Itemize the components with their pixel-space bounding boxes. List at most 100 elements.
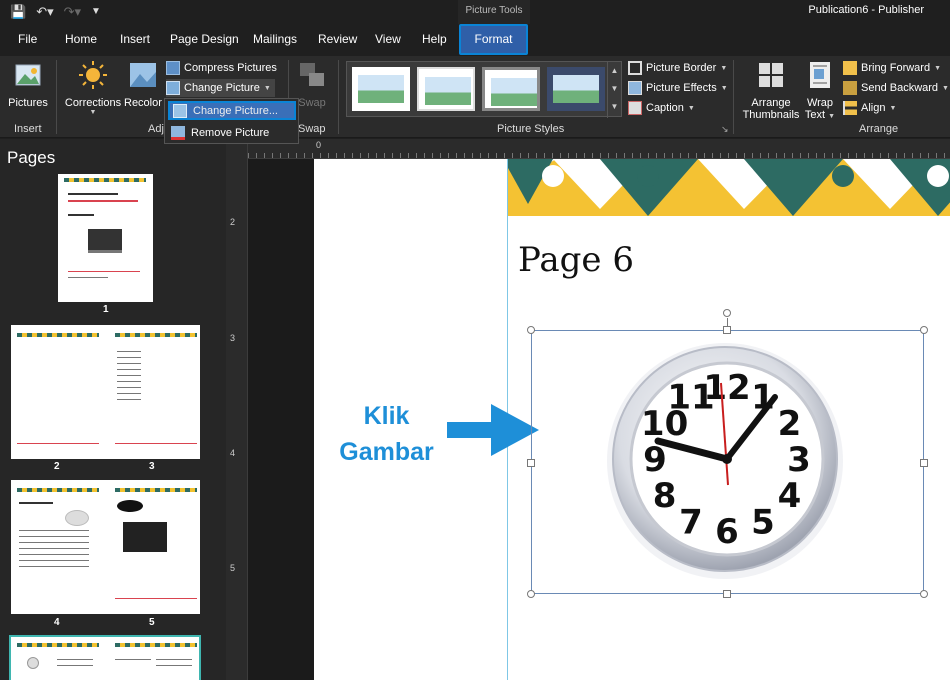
arrange-group-label: Arrange [859, 123, 899, 135]
tab-page-design[interactable]: Page Design [170, 32, 239, 46]
resize-handle-left[interactable] [527, 459, 535, 467]
tab-insert[interactable]: Insert [120, 32, 150, 46]
corrections-sun-icon [79, 61, 107, 89]
align-button[interactable]: Align ▼ [843, 99, 896, 117]
chevron-down-icon: ▼ [720, 64, 728, 72]
picture-style-1[interactable] [352, 67, 410, 111]
change-picture-icon [166, 81, 180, 95]
clock-numeral: 2 [778, 404, 802, 444]
chevron-down-icon: ▼ [89, 109, 97, 116]
wrap-text-icon [810, 62, 830, 88]
arrow-right-icon [447, 404, 539, 456]
resize-handle-bottom-right[interactable] [920, 590, 928, 598]
scroll-down-icon[interactable]: ▼ [608, 80, 621, 98]
page-heading[interactable]: Page 6 [518, 240, 634, 280]
tab-view[interactable]: View [375, 32, 401, 46]
swap-icon [300, 63, 324, 86]
tab-review[interactable]: Review [318, 32, 357, 46]
clock-numeral: 6 [715, 512, 739, 552]
quick-access-toolbar: 💾 ↶▾ ↷▾ ▼ [10, 3, 101, 21]
picture-styles-group-label: Picture Styles [497, 123, 565, 135]
resize-handle-bottom[interactable] [723, 590, 731, 598]
swap-button[interactable]: Swap [294, 60, 330, 109]
remove-picture-menu-item[interactable]: Remove Picture [168, 123, 296, 142]
send-backward-button[interactable]: Send Backward ▼ [843, 79, 949, 97]
resize-handle-top-left[interactable] [527, 326, 535, 334]
picture-styles-gallery[interactable]: ▲ ▼ ▼ [346, 61, 622, 118]
clock-numeral: 5 [751, 502, 775, 542]
chevron-down-icon: ▼ [934, 64, 942, 72]
pictures-button[interactable]: Pictures [6, 60, 50, 109]
resize-handle-top-right[interactable] [920, 326, 928, 334]
chevron-down-icon: ▼ [263, 84, 271, 92]
corrections-label: Corrections [64, 97, 122, 109]
resize-handle-right[interactable] [920, 459, 928, 467]
caption-button[interactable]: Caption ▼ [628, 99, 695, 117]
page-thumbnail-1[interactable] [58, 174, 153, 302]
wrap-label-2: Text ▼ [804, 109, 836, 121]
gallery-scroll[interactable]: ▲ ▼ ▼ [607, 62, 621, 118]
corrections-button[interactable]: Corrections ▼ [62, 60, 124, 116]
chevron-down-icon: ▼ [942, 84, 949, 92]
change-picture-icon [173, 103, 187, 118]
picture-tools-context-label: Picture Tools [458, 0, 530, 24]
vertical-ruler[interactable]: 2 3 4 5 [226, 139, 248, 680]
save-icon[interactable]: 💾 [10, 3, 26, 21]
group-separator [338, 60, 339, 134]
wrap-text-button[interactable]: Wrap Text ▼ [804, 60, 836, 121]
clock-numeral: 8 [653, 476, 677, 516]
undo-icon[interactable]: ↶▾ [36, 3, 53, 21]
recolor-button[interactable]: Recolor [124, 60, 162, 109]
resize-handle-bottom-left[interactable] [527, 590, 535, 598]
change-picture-button[interactable]: Change Picture ▼ [166, 79, 275, 97]
change-picture-menu-item[interactable]: Change Picture... [168, 101, 296, 120]
rotation-handle[interactable] [723, 309, 731, 317]
change-picture-menu-label: Change Picture... [193, 104, 278, 117]
swap-label: Swap [298, 97, 326, 109]
picture-style-3[interactable] [482, 67, 540, 111]
page-thumbnail-4-5[interactable] [11, 480, 200, 614]
remove-picture-icon [171, 125, 185, 140]
scroll-up-icon[interactable]: ▲ [608, 62, 621, 80]
picture-border-button[interactable]: Picture Border ▼ [628, 59, 727, 77]
ribbon: Pictures Insert Corrections ▼ Recolor Co… [0, 56, 950, 138]
page-number-5: 5 [149, 617, 155, 628]
picture-style-4[interactable] [547, 67, 605, 111]
title-bar: 💾 ↶▾ ↷▾ ▼ Picture Tools Publication6 - P… [0, 0, 950, 24]
arrange-thumbnails-label-1: Arrange [751, 97, 791, 109]
instruction-annotation: Klik Gambar [334, 398, 439, 470]
page-thumbnail-2-3[interactable] [11, 325, 200, 459]
clock-numeral: 11 [667, 378, 714, 418]
page-number-3: 3 [149, 461, 155, 472]
dialog-launcher-icon[interactable]: ↘ [721, 124, 729, 135]
tab-file[interactable]: File [18, 32, 37, 46]
diamond-pattern-graphic [508, 159, 950, 216]
chevron-down-icon: ▼ [889, 104, 897, 112]
horizontal-ruler[interactable]: 0 [248, 139, 950, 159]
insert-group-label: Insert [14, 123, 42, 135]
redo-icon[interactable]: ↷▾ [64, 3, 81, 21]
bring-forward-button[interactable]: Bring Forward ▼ [843, 59, 941, 77]
picture-effects-icon [628, 81, 642, 95]
page-number-1: 1 [103, 304, 109, 315]
tab-mailings[interactable]: Mailings [253, 32, 297, 46]
clock-numeral: 3 [787, 440, 811, 480]
clock-numeral: 4 [778, 476, 802, 516]
tab-help[interactable]: Help [422, 32, 447, 46]
clock-picture[interactable]: 12 1234567891011 [600, 335, 850, 585]
page-thumbnail-6-7[interactable] [9, 635, 201, 680]
tab-home[interactable]: Home [65, 32, 97, 46]
resize-handle-top[interactable] [723, 326, 731, 334]
customize-qat-icon[interactable]: ▼ [91, 3, 101, 21]
swap-group-label: Swap [298, 123, 326, 135]
annotation-line-1: Klik [363, 402, 410, 430]
picture-style-2[interactable] [417, 67, 475, 111]
v-ruler-label: 2 [230, 217, 236, 227]
picture-effects-button[interactable]: Picture Effects ▼ [628, 79, 728, 97]
compress-icon [166, 61, 180, 75]
picture-border-icon [628, 61, 642, 75]
compress-pictures-button[interactable]: Compress Pictures [166, 59, 277, 77]
tab-format[interactable]: Format [459, 24, 528, 55]
gallery-more-icon[interactable]: ▼ [608, 98, 621, 116]
arrange-thumbnails-button[interactable]: Arrange Thumbnails [740, 60, 802, 121]
